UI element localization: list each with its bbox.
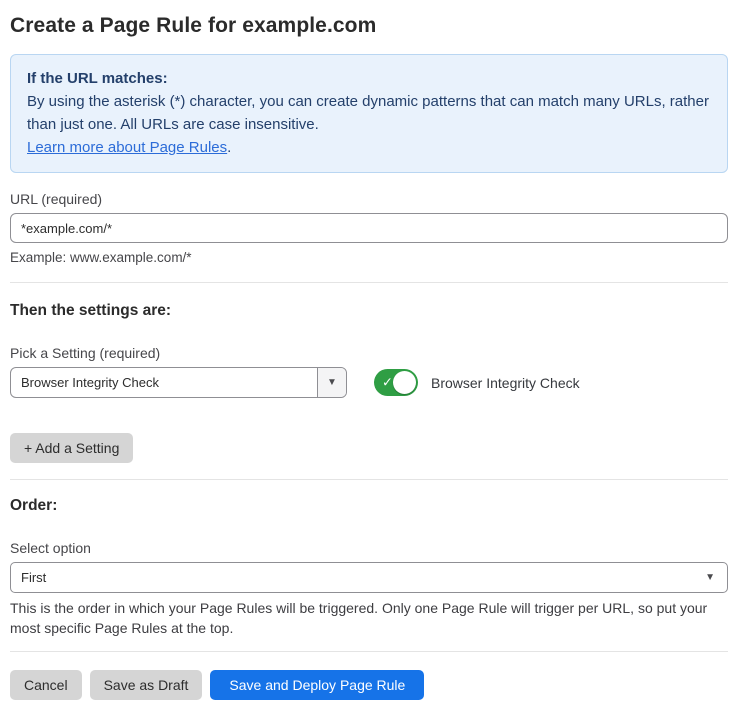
- caret-down-icon: ▼: [705, 572, 715, 583]
- check-icon: ✓: [382, 374, 393, 390]
- pick-setting-label: Pick a Setting (required): [10, 345, 728, 361]
- toggle-knob: [393, 371, 416, 394]
- cancel-button[interactable]: Cancel: [10, 670, 82, 700]
- page-title: Create a Page Rule for example.com: [10, 14, 728, 38]
- url-match-info-box: If the URL matches: By using the asteris…: [10, 54, 728, 173]
- url-helper-text: Example: www.example.com/*: [10, 250, 728, 265]
- browser-integrity-toggle[interactable]: ✓: [374, 369, 418, 396]
- divider: [10, 479, 728, 480]
- settings-section-heading: Then the settings are:: [10, 302, 728, 320]
- toggle-label: Browser Integrity Check: [431, 375, 580, 391]
- footer-actions: Cancel Save as Draft Save and Deploy Pag…: [10, 670, 728, 700]
- order-helper-text: This is the order in which your Page Rul…: [10, 598, 728, 638]
- info-box-body: By using the asterisk (*) character, you…: [27, 90, 711, 136]
- info-box-link-line: Learn more about Page Rules.: [27, 136, 711, 159]
- toggle-wrap: ✓ Browser Integrity Check: [374, 369, 580, 396]
- divider: [10, 282, 728, 283]
- save-draft-button[interactable]: Save as Draft: [90, 670, 203, 700]
- url-field-label: URL (required): [10, 191, 728, 207]
- link-suffix: .: [227, 139, 231, 156]
- setting-select[interactable]: Browser Integrity Check ▼: [10, 367, 347, 398]
- add-setting-button[interactable]: + Add a Setting: [10, 433, 133, 463]
- save-deploy-button[interactable]: Save and Deploy Page Rule: [210, 670, 424, 700]
- order-select-label: Select option: [10, 540, 728, 556]
- setting-select-arrow-button[interactable]: ▼: [317, 368, 346, 397]
- order-select-value: First: [21, 570, 46, 585]
- learn-more-link[interactable]: Learn more about Page Rules: [27, 139, 227, 156]
- url-input[interactable]: [10, 213, 728, 243]
- caret-down-icon: ▼: [327, 377, 337, 388]
- setting-select-value: Browser Integrity Check: [11, 368, 317, 397]
- divider: [10, 651, 728, 652]
- page-rule-form: Create a Page Rule for example.com If th…: [0, 0, 750, 700]
- info-box-heading: If the URL matches:: [27, 67, 711, 90]
- setting-row: Browser Integrity Check ▼ ✓ Browser Inte…: [10, 367, 728, 398]
- order-section-heading: Order:: [10, 497, 728, 515]
- order-select[interactable]: First ▼: [10, 562, 728, 593]
